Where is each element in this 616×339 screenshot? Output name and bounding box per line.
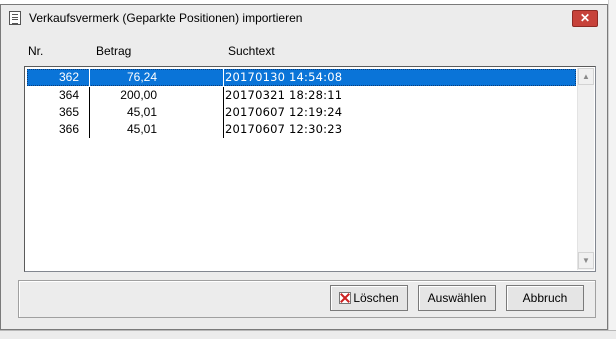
title-bar[interactable]: Verkaufsvermerk (Geparkte Positionen) im… (1, 5, 607, 31)
cell-suchtext: 20170607 12:19:24 (225, 105, 343, 119)
column-divider (223, 69, 224, 86)
column-header-suchtext[interactable]: Suchtext (228, 44, 275, 58)
app-window-icon (9, 11, 21, 25)
list-item[interactable]: 366 45,01 20170607 12:30:23 (27, 121, 576, 138)
cell-suchtext: 20170607 12:30:23 (225, 122, 343, 136)
background-app-bottom (0, 330, 616, 339)
delete-button-label: Löschen (353, 291, 399, 305)
cell-betrag: 76,24 (126, 70, 157, 84)
cell-nr: 365 (58, 105, 79, 119)
cell-nr: 364 (58, 88, 79, 102)
cell-betrag: 45,01 (126, 105, 157, 119)
list-item[interactable]: 365 45,01 20170607 12:19:24 (27, 104, 576, 121)
cell-nr: 366 (58, 122, 79, 136)
delete-icon (339, 292, 352, 304)
cell-betrag: 45,01 (126, 122, 157, 136)
background-app-edge (608, 0, 616, 339)
scroll-down-button[interactable]: ▼ (578, 252, 594, 269)
window-title: Verkaufsvermerk (Geparkte Positionen) im… (29, 11, 303, 25)
cancel-button[interactable]: Abbruch (506, 285, 584, 311)
column-divider (223, 121, 224, 138)
select-button[interactable]: Auswählen (418, 285, 496, 311)
scroll-up-button[interactable]: ▲ (578, 68, 594, 85)
list-item[interactable]: 364 200,00 20170321 18:28:11 (27, 87, 576, 104)
position-list[interactable]: 362 76,24 20170130 14:54:08 364 200,00 2… (24, 66, 596, 272)
column-divider (223, 87, 224, 104)
cell-suchtext: 20170321 18:28:11 (225, 88, 343, 102)
column-header-betrag[interactable]: Betrag (96, 44, 131, 58)
cell-betrag: 200,00 (120, 88, 157, 102)
cell-suchtext: 20170130 14:54:08 (225, 70, 343, 84)
vertical-scrollbar[interactable]: ▲ ▼ (577, 68, 594, 270)
cell-nr: 362 (58, 70, 79, 84)
list-item[interactable]: 362 76,24 20170130 14:54:08 (27, 69, 576, 86)
delete-button[interactable]: Löschen (330, 285, 408, 311)
close-button[interactable]: ✕ (572, 10, 598, 27)
column-header-nr[interactable]: Nr. (28, 44, 43, 58)
column-divider (223, 104, 224, 121)
cancel-button-label: Abbruch (522, 291, 568, 305)
select-button-label: Auswählen (427, 291, 487, 305)
